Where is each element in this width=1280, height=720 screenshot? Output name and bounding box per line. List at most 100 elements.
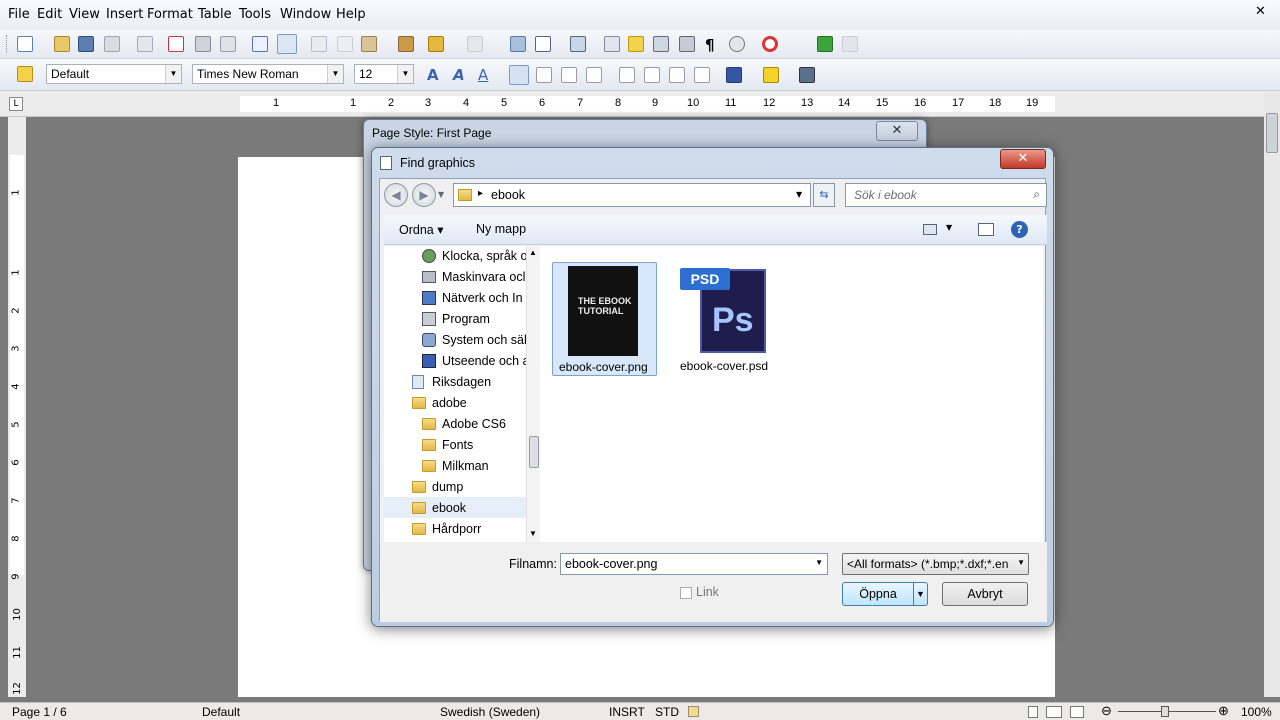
breadcrumb-arrow-icon[interactable]: ▸: [478, 188, 483, 199]
single-page-view-icon[interactable]: [1028, 706, 1038, 718]
numbering-icon[interactable]: [619, 67, 635, 83]
selection-mode-status[interactable]: STD: [655, 705, 679, 719]
vertical-scrollbar[interactable]: [1264, 91, 1280, 697]
forward-icon[interactable]: ▶: [412, 183, 436, 207]
menu-format[interactable]: Format: [147, 7, 193, 22]
paste-icon[interactable]: [361, 36, 377, 52]
align-left-icon[interactable]: [509, 65, 529, 85]
back-icon[interactable]: ◀: [384, 183, 408, 207]
page-count[interactable]: Page 1 / 6: [12, 705, 67, 719]
menu-table[interactable]: Table: [198, 7, 232, 22]
copy-icon[interactable]: [337, 36, 353, 52]
navigator-icon[interactable]: [628, 36, 644, 52]
preview-pane-icon[interactable]: [978, 223, 994, 236]
menu-help[interactable]: Help: [336, 7, 366, 22]
save-icon[interactable]: [78, 36, 94, 52]
font-size-combo[interactable]: 12 ▼: [354, 64, 414, 84]
font-color-icon[interactable]: [726, 67, 742, 83]
scroll-down-icon[interactable]: ▼: [529, 529, 537, 538]
menu-insert[interactable]: Insert: [106, 7, 143, 22]
address-path[interactable]: ebook: [491, 188, 525, 202]
help-icon[interactable]: ?: [1011, 221, 1028, 238]
search-input[interactable]: Sök i ebook ⌕: [845, 183, 1047, 207]
underline-icon[interactable]: A: [478, 66, 488, 84]
export-pdf-icon[interactable]: [168, 36, 184, 52]
link-checkbox[interactable]: [680, 587, 692, 599]
close-icon[interactable]: ✕: [876, 121, 918, 141]
new-document-icon[interactable]: [17, 36, 33, 52]
scroll-up-icon[interactable]: ▲: [529, 248, 537, 257]
help-icon[interactable]: [762, 36, 778, 52]
clone-formatting-icon[interactable]: [398, 36, 414, 52]
formatting-marks-icon[interactable]: ¶: [705, 36, 715, 54]
menu-file[interactable]: File: [8, 7, 30, 22]
italic-icon[interactable]: A: [453, 66, 465, 84]
chevron-down-icon[interactable]: ▼: [1017, 558, 1025, 567]
language-status[interactable]: Swedish (Sweden): [440, 705, 540, 719]
new-folder-button[interactable]: Ny mapp: [476, 222, 526, 236]
menu-edit[interactable]: Edit: [37, 7, 62, 22]
scrollbar-thumb[interactable]: [1266, 113, 1278, 153]
chevron-down-icon[interactable]: ▼: [397, 65, 413, 83]
show-draw-functions-icon[interactable]: [570, 36, 586, 52]
font-name-combo[interactable]: Times New Roman ▼: [192, 64, 344, 84]
decrease-indent-icon[interactable]: [669, 67, 685, 83]
chevron-down-icon[interactable]: ▼: [815, 558, 823, 567]
spellcheck-icon[interactable]: [252, 36, 268, 52]
bold-icon[interactable]: A: [427, 66, 439, 84]
align-right-icon[interactable]: [561, 67, 577, 83]
cancel-button[interactable]: Avbryt: [942, 582, 1028, 606]
tab-stop-selector[interactable]: L: [9, 97, 23, 111]
search-icon[interactable]: ⌕: [1033, 187, 1040, 202]
gallery-icon[interactable]: [653, 36, 669, 52]
address-bar[interactable]: ▸ ebook ▼: [453, 183, 811, 207]
bullets-icon[interactable]: [644, 67, 660, 83]
file-item[interactable]: Ps PSD ebook-cover.psd: [674, 262, 779, 376]
close-icon[interactable]: ✕: [1000, 149, 1046, 169]
page-style-status[interactable]: Default: [202, 705, 240, 719]
toolbar-grip[interactable]: [6, 35, 9, 53]
close-document-icon[interactable]: ✕: [1255, 5, 1267, 18]
back-arrow-icon[interactable]: [817, 36, 833, 52]
file-type-filter[interactable]: <All formats> (*.bmp;*.dxf;*.en ▼: [842, 553, 1029, 575]
background-color-icon[interactable]: [799, 67, 815, 83]
data-sources-icon[interactable]: [679, 36, 695, 52]
zoom-icon[interactable]: [729, 36, 745, 52]
redo-icon[interactable]: [467, 36, 483, 52]
recent-locations-icon[interactable]: ▼: [438, 190, 444, 199]
forward-arrow-icon[interactable]: [842, 36, 858, 52]
tree-scrollbar[interactable]: ▲ ▼: [526, 246, 540, 542]
email-icon[interactable]: [104, 36, 120, 52]
file-item-selected[interactable]: THE EBOOK TUTORIAL ebook-cover.png: [552, 262, 657, 376]
view-options-icon[interactable]: [923, 224, 937, 235]
refresh-icon[interactable]: ⇆: [813, 183, 835, 207]
horizontal-ruler[interactable]: 1 1 2 3 4 5 6 7 8 9 10 11 12 13 14 15 16…: [240, 96, 1055, 112]
align-center-icon[interactable]: [536, 67, 552, 83]
zoom-slider-thumb[interactable]: [1161, 706, 1169, 717]
filename-field[interactable]: ebook-cover.png ▼: [560, 553, 828, 575]
paragraph-style-combo[interactable]: Default ▼: [46, 64, 182, 84]
highlighting-icon[interactable]: [763, 67, 779, 83]
chevron-down-icon[interactable]: ▼: [165, 65, 181, 83]
autospellcheck-icon[interactable]: [277, 34, 297, 54]
zoom-in-icon[interactable]: ⊕: [1218, 703, 1229, 719]
find-replace-icon[interactable]: [604, 36, 620, 52]
chevron-down-icon[interactable]: ▼: [916, 583, 925, 605]
table-icon[interactable]: [535, 36, 551, 52]
increase-indent-icon[interactable]: [694, 67, 710, 83]
chevron-down-icon[interactable]: ▼: [796, 190, 802, 199]
zoom-out-icon[interactable]: ⊖: [1101, 703, 1112, 719]
chevron-down-icon[interactable]: ▼: [327, 65, 343, 83]
scrollbar-thumb[interactable]: [529, 436, 539, 468]
organize-button[interactable]: Ordna ▾: [399, 222, 444, 237]
zoom-level[interactable]: 100%: [1241, 705, 1272, 719]
menu-tools[interactable]: Tools: [239, 7, 271, 22]
print-icon[interactable]: [195, 36, 211, 52]
hyperlink-icon[interactable]: [510, 36, 526, 52]
menu-view[interactable]: View: [69, 7, 100, 22]
print-preview-icon[interactable]: [220, 36, 236, 52]
edit-file-icon[interactable]: [137, 36, 153, 52]
vertical-ruler[interactable]: 1 1 2 3 4 5 6 7 8 9 10 11 12: [8, 117, 26, 697]
justify-icon[interactable]: [586, 67, 602, 83]
open-icon[interactable]: [54, 36, 70, 52]
